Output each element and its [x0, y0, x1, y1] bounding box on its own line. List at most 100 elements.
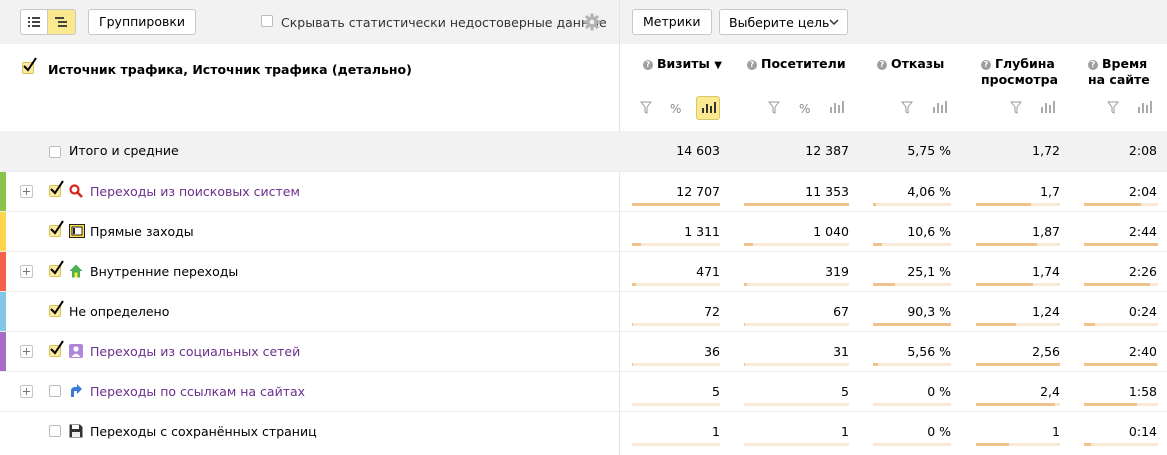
cell-visits: 1: [712, 424, 720, 439]
cell-time: 0:14: [1128, 424, 1157, 439]
totals-time: 2:08: [1128, 143, 1157, 158]
source-name: Внутренние переходы: [90, 264, 239, 279]
bar-track-visits: [632, 203, 720, 206]
row-checkbox[interactable]: [49, 220, 64, 237]
column-header-depth[interactable]: ? Глубина просмотра: [981, 56, 1058, 88]
goal-select[interactable]: Выберите цель: [719, 9, 848, 35]
cell-visitors: 31: [833, 344, 849, 359]
row-checkbox[interactable]: [49, 340, 64, 357]
groupings-button[interactable]: Группировки: [88, 9, 197, 35]
expand-button[interactable]: [20, 185, 33, 198]
filter-icon[interactable]: [1010, 101, 1022, 114]
cell-visitors: 1 040: [813, 224, 849, 239]
filter-icon[interactable]: [640, 101, 652, 114]
bar-chart-toggle-active[interactable]: [696, 96, 720, 120]
totals-label: Итого и средние: [69, 143, 179, 158]
percent-toggle[interactable]: %: [670, 102, 681, 116]
metrics-button[interactable]: Метрики: [632, 9, 712, 35]
bar-track-bounce: [873, 403, 951, 406]
bar-fill-depth: [976, 323, 1017, 326]
cell-depth: 1,24: [1032, 304, 1060, 319]
table-row: Прямые заходы 1 311 1 040 10,6 % 1,87 2:44: [0, 211, 1167, 251]
filter-icon[interactable]: [1107, 101, 1119, 114]
cell-visitors: 67: [833, 304, 849, 319]
cell-time: 2:04: [1128, 184, 1157, 199]
source-name[interactable]: Переходы из социальных сетей: [90, 344, 300, 359]
bar-track-bounce: [873, 243, 951, 246]
row-checkbox[interactable]: [49, 300, 64, 317]
table-row: Переходы по ссылкам на сайтах 5 5 0 % 2,4 1:5…: [0, 371, 1167, 411]
bar-track-depth: [976, 363, 1060, 366]
help-icon[interactable]: ?: [981, 60, 991, 70]
filter-icon[interactable]: [768, 101, 780, 114]
cell-time: 0:24: [1128, 304, 1157, 319]
row-checkbox[interactable]: [49, 180, 64, 197]
bar-chart-icon[interactable]: [1137, 101, 1153, 114]
bar-track-visits: [632, 363, 720, 366]
bar-fill-time: [1084, 323, 1096, 326]
list-icon: [28, 17, 40, 27]
checkmark-icon: [50, 340, 64, 355]
cell-visits: 1 311: [684, 224, 720, 239]
bar-fill-visits: [632, 323, 633, 326]
hide-unreliable-checkbox[interactable]: [261, 15, 273, 27]
floppy-icon: [69, 424, 83, 438]
help-icon[interactable]: ?: [1088, 60, 1098, 70]
direct-entry-icon: [69, 224, 85, 238]
column-header-bounce[interactable]: ? Отказы: [877, 56, 944, 72]
help-icon[interactable]: ?: [643, 60, 653, 70]
tree-view-button[interactable]: [48, 9, 76, 35]
percent-toggle[interactable]: %: [799, 102, 810, 116]
totals-visits: 14 603: [676, 143, 720, 158]
bar-chart-icon: [702, 102, 716, 113]
expand-button[interactable]: [20, 265, 33, 278]
totals-depth: 1,72: [1032, 143, 1060, 158]
select-all-checkbox[interactable]: [22, 57, 37, 74]
bar-fill-bounce: [873, 323, 951, 326]
source-color-bar: [0, 292, 6, 331]
bar-track-visitors: [744, 403, 849, 406]
bar-fill-visits: [632, 243, 641, 246]
bar-track-time: [1084, 443, 1158, 446]
source-color-bar: [0, 212, 6, 251]
totals-checkbox[interactable]: [49, 146, 61, 158]
bar-track-visitors: [744, 283, 849, 286]
list-view-button[interactable]: [20, 9, 48, 35]
row-checkbox[interactable]: [49, 425, 61, 437]
row-checkbox[interactable]: [49, 385, 61, 397]
bar-chart-icon[interactable]: [829, 101, 845, 114]
hide-unreliable-label: Скрывать статистически недостоверные дан…: [281, 15, 607, 30]
checkmark-icon: [50, 300, 64, 315]
bar-track-visitors: [744, 363, 849, 366]
bar-fill-visitors: [744, 243, 754, 246]
bar-track-bounce: [873, 323, 951, 326]
table-row: Не определено 72 67 90,3 % 1,24 0:24: [0, 291, 1167, 331]
bar-fill-time: [1084, 203, 1141, 206]
bar-fill-bounce: [873, 243, 883, 246]
source-name[interactable]: Переходы по ссылкам на сайтах: [90, 384, 305, 399]
cell-visits: 36: [704, 344, 720, 359]
column-header-time[interactable]: ? Время на сайте: [1088, 56, 1150, 88]
bar-track-visitors: [744, 203, 849, 206]
bar-track-depth: [976, 323, 1060, 326]
checkmark-icon: [50, 220, 64, 235]
expand-button[interactable]: [20, 385, 33, 398]
column-header-visitors[interactable]: ? Посетители: [747, 56, 846, 72]
bar-track-bounce: [873, 283, 951, 286]
expand-button[interactable]: [20, 345, 33, 358]
bar-chart-icon[interactable]: [932, 101, 948, 114]
filter-icon[interactable]: [901, 101, 913, 114]
bar-chart-icon[interactable]: [1040, 101, 1056, 114]
cell-bounce: 25,1 %: [907, 264, 951, 279]
column-header-visits[interactable]: ? Визиты ▼: [643, 56, 722, 74]
tree-list-icon: [55, 17, 67, 27]
help-icon[interactable]: ?: [877, 60, 887, 70]
row-checkbox[interactable]: [49, 260, 64, 277]
gear-icon[interactable]: [583, 13, 601, 31]
cell-bounce: 10,6 %: [907, 224, 951, 239]
source-name[interactable]: Переходы из поисковых систем: [90, 184, 300, 199]
cell-time: 2:26: [1128, 264, 1157, 279]
help-icon[interactable]: ?: [747, 60, 757, 70]
table-row: Переходы из социальных сетей 36 31 5,56 % 2,…: [0, 331, 1167, 371]
cell-visits: 471: [696, 264, 720, 279]
